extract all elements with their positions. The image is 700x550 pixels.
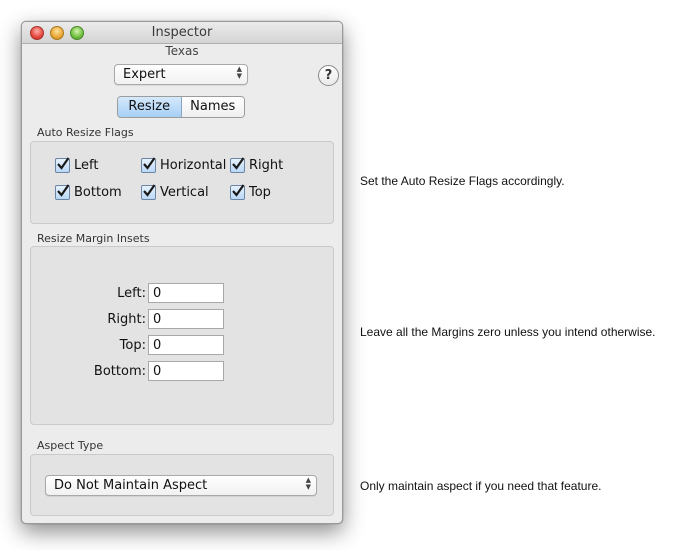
checkbox-horizontal[interactable]: Horizontal — [141, 157, 227, 173]
checkmark-icon — [230, 157, 245, 173]
auto-resize-flags-box: Left Horizontal Right Bottom Vertical To… — [30, 141, 334, 224]
checkbox-bottom[interactable]: Bottom — [55, 184, 122, 200]
mode-popup-value: Expert — [123, 67, 166, 82]
checkbox-vertical[interactable]: Vertical — [141, 184, 209, 200]
checkmark-icon — [230, 184, 245, 200]
aspect-type-value: Do Not Maintain Aspect — [54, 478, 208, 493]
note-aspect: Only maintain aspect if you need that fe… — [360, 479, 602, 493]
checkbox-label: Bottom — [74, 185, 122, 200]
checkbox-label: Right — [249, 158, 284, 173]
checkbox-right[interactable]: Right — [230, 157, 284, 173]
popup-arrows-icon: ▲ ▼ — [236, 65, 242, 80]
margin-left-field[interactable]: 0 — [148, 283, 224, 303]
margin-bottom-row: Bottom: 0 — [76, 361, 224, 381]
margin-left-row: Left: 0 — [76, 283, 224, 303]
margin-bottom-field[interactable]: 0 — [148, 361, 224, 381]
margin-right-row: Right: 0 — [76, 309, 224, 329]
auto-resize-flags-label: Auto Resize Flags — [37, 126, 134, 139]
aspect-type-box: Do Not Maintain Aspect ▲ ▼ — [30, 454, 334, 516]
tab-names[interactable]: Names — [181, 97, 244, 117]
checkbox-left[interactable]: Left — [55, 157, 99, 173]
mode-popup[interactable]: Expert ▲ ▼ — [114, 64, 248, 85]
margin-left-label: Left: — [117, 285, 146, 301]
popup-arrows-icon: ▲ ▼ — [305, 476, 311, 491]
aspect-type-popup[interactable]: Do Not Maintain Aspect ▲ ▼ — [45, 475, 317, 496]
checkmark-icon — [55, 184, 70, 200]
checkbox-label: Left — [74, 158, 99, 173]
tab-resize[interactable]: Resize — [118, 97, 182, 117]
checkmark-icon — [141, 184, 156, 200]
aspect-type-label: Aspect Type — [37, 439, 104, 452]
checkbox-label: Vertical — [160, 185, 209, 200]
margin-top-field[interactable]: 0 — [148, 335, 224, 355]
note-flags: Set the Auto Resize Flags accordingly. — [360, 174, 565, 188]
margin-top-label: Top: — [119, 337, 146, 353]
title-bar[interactable]: Inspector — [22, 22, 342, 44]
margin-insets-box: Left: 0 Right: 0 Top: 0 Bottom: 0 — [30, 246, 334, 425]
object-name: Texas — [165, 44, 199, 58]
checkbox-top[interactable]: Top — [230, 184, 271, 200]
margin-right-label: Right: — [107, 311, 146, 327]
checkbox-label: Top — [249, 185, 271, 200]
margin-insets-label: Resize Margin Insets — [37, 232, 150, 245]
checkmark-icon — [55, 157, 70, 173]
inspector-window: Inspector Texas Expert ▲ ▼ ? Resize Names… — [21, 21, 343, 524]
help-button[interactable]: ? — [318, 65, 339, 86]
note-margins: Leave all the Margins zero unless you in… — [360, 325, 656, 339]
margin-top-row: Top: 0 — [76, 335, 224, 355]
margin-bottom-label: Bottom: — [93, 363, 146, 379]
tab-segmented-control: Resize Names — [117, 96, 245, 118]
checkmark-icon — [141, 157, 156, 173]
margin-right-field[interactable]: 0 — [148, 309, 224, 329]
checkbox-label: Horizontal — [160, 158, 227, 173]
window-title: Inspector — [151, 25, 213, 40]
